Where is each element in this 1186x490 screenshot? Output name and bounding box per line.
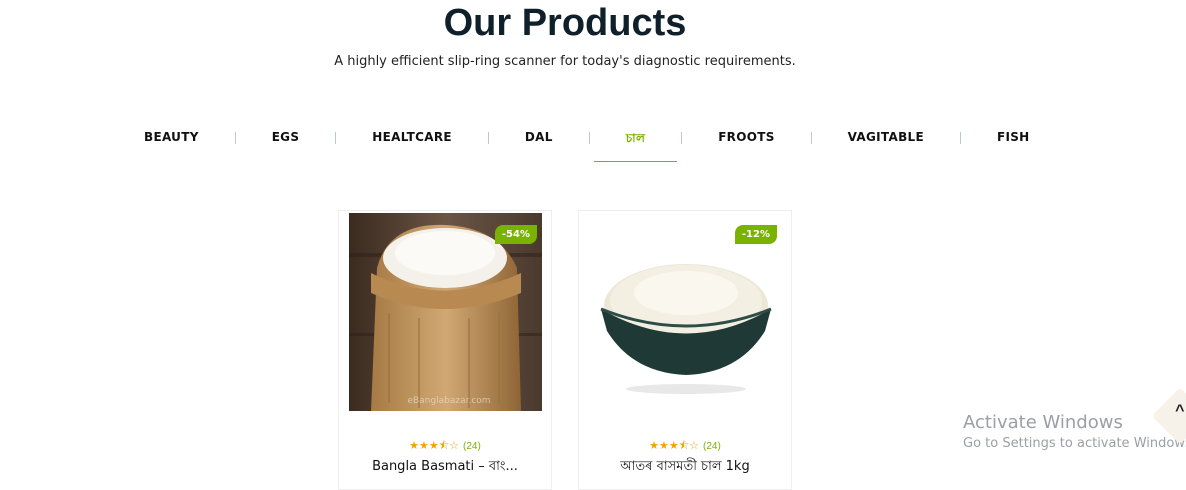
review-count: (24): [463, 441, 481, 452]
activate-subtitle: Go to Settings to activate Windows.: [963, 436, 1186, 451]
discount-badge: -54%: [494, 225, 537, 244]
tab-dal[interactable]: DAL: [489, 126, 589, 162]
tab-chal[interactable]: চাল: [590, 126, 682, 162]
chevron-up-icon: ^: [1175, 402, 1185, 420]
star-rating: ★★★⯪☆ (24): [339, 437, 551, 456]
star-icons: ★★★⯪☆: [649, 440, 700, 452]
discount-badge: -12%: [734, 225, 777, 244]
activate-windows-watermark: Activate Windows Go to Settings to activ…: [963, 412, 1186, 451]
tab-beauty[interactable]: BEAUTY: [108, 126, 235, 162]
tab-vagitable[interactable]: VAGITABLE: [812, 126, 960, 162]
product-name[interactable]: Bangla Basmati – বাং...: [339, 457, 551, 478]
page-title: Our Products: [443, 2, 687, 44]
tab-fish[interactable]: FISH: [961, 126, 1066, 162]
product-card[interactable]: eBanglabazar.com -54% ★★★⯪☆ (24) Bangla B…: [338, 210, 552, 490]
category-tabs: BEAUTY EGS HEALTCARE DAL চাল FROOTS VAGI…: [108, 126, 1066, 166]
tab-healtcare[interactable]: HEALTCARE: [336, 126, 488, 162]
star-icons: ★★★⯪☆: [409, 440, 460, 452]
tab-egs[interactable]: EGS: [236, 126, 336, 162]
page-subtitle: A highly efficient slip-ring scanner for…: [334, 54, 796, 69]
tab-froots[interactable]: FROOTS: [682, 126, 810, 162]
review-count: (24): [703, 441, 721, 452]
product-card[interactable]: -12% ★★★⯪☆ (24) আতৰ বাসমতী চাল 1kg: [578, 210, 792, 490]
product-name[interactable]: আতৰ বাসমতী চাল 1kg: [579, 457, 791, 478]
star-rating: ★★★⯪☆ (24): [579, 437, 791, 456]
image-watermark: eBanglabazar.com: [407, 396, 490, 406]
